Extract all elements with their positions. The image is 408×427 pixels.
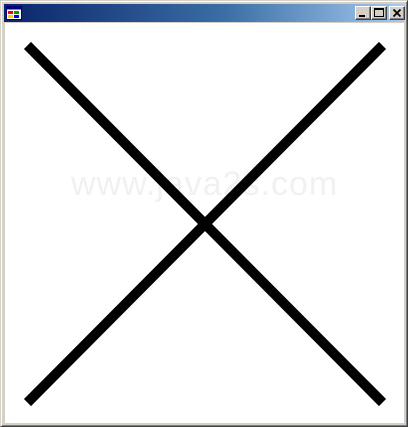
minimize-icon: [359, 15, 365, 17]
close-icon: [392, 8, 402, 18]
x-drawing: [23, 41, 387, 407]
maximize-button[interactable]: [371, 6, 387, 20]
title-bar[interactable]: [4, 4, 405, 22]
maximize-icon: [374, 8, 384, 17]
close-button[interactable]: [389, 6, 405, 20]
minimize-button[interactable]: [355, 6, 371, 20]
drawing-canvas[interactable]: www.java2s.com: [5, 23, 404, 423]
app-window: www.java2s.com: [0, 0, 408, 427]
app-icon[interactable]: [6, 5, 22, 21]
